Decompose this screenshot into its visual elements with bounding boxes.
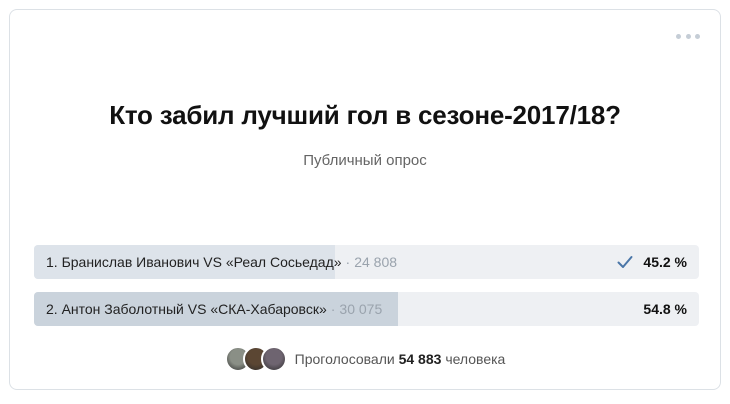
voters-prefix: Проголосовали [294,351,395,367]
poll-answer-separator: · [345,254,351,270]
voters-count: 54 883 [398,351,442,367]
more-dot-icon [685,33,691,39]
more-options-button[interactable] [676,32,700,40]
poll-answer-votes: 24 808 [354,254,398,270]
poll-title: Кто забил лучший гол в сезоне-2017/18? [109,100,621,130]
poll-voters[interactable]: Проголосовали 54 883 человека [10,346,720,372]
avatar[interactable] [260,346,287,372]
poll-type-label: Публичный опрос [303,152,427,169]
poll-answer-1[interactable]: 1. Бранислав Иванович VS «Реал Сосьедад»… [34,245,699,279]
more-dot-icon [676,33,681,39]
checkmark-icon [617,256,633,268]
voter-avatars[interactable] [224,346,287,372]
poll-answer-percent: 54.8 % [643,301,687,317]
poll-answer-label: 1. Бранислав Иванович VS «Реал Сосьедад» [46,254,342,270]
poll-answer-votes: 30 075 [339,301,383,317]
poll-answer-2[interactable]: 2. Антон Заболотный VS «СКА-Хабаровск» ·… [34,292,699,326]
voters-suffix: человека [445,351,506,367]
poll-card: Кто забил лучший гол в сезоне-2017/18? П… [9,9,721,390]
poll-answer-label: 2. Антон Заболотный VS «СКА-Хабаровск» [46,301,327,317]
more-dot-icon [695,33,700,39]
poll-answer-percent: 45.2 % [643,254,687,270]
voters-count-text: Проголосовали 54 883 человека [295,351,506,367]
poll-answer-separator: · [330,301,336,317]
